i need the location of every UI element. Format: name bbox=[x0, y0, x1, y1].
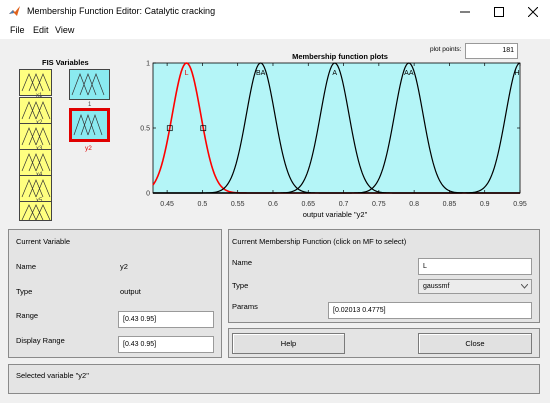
mf-label-A: A bbox=[332, 70, 337, 77]
mf-type-value: gaussmf bbox=[423, 283, 450, 290]
x-tick-label: 0.55 bbox=[231, 201, 245, 208]
fis-input-label: x5 bbox=[36, 198, 43, 204]
chevron-down-icon bbox=[521, 284, 528, 289]
range-label: Range bbox=[16, 311, 39, 320]
type-label: Type bbox=[16, 287, 33, 296]
matlab-logo-icon bbox=[9, 6, 20, 16]
x-tick-label: 0.45 bbox=[160, 201, 174, 208]
plot-points-label: plot points: bbox=[430, 46, 462, 53]
y-tick-label: 1 bbox=[146, 61, 150, 68]
mf-plot[interactable]: 0.45 0.5 0.55 0.6 0.65 0.7 0.75 0.8 0.85 0.9 0.95 0… bbox=[140, 58, 535, 223]
variable-name-value: y2 bbox=[120, 262, 128, 271]
display-range-input[interactable]: [0.43 0.95] bbox=[118, 336, 214, 353]
range-input[interactable]: [0.43 0.95] bbox=[118, 311, 214, 328]
current-mf-heading: Current Membership Function (click on MF… bbox=[232, 237, 407, 246]
output-mf-icon bbox=[71, 73, 105, 96]
fis-input-label: x4 bbox=[36, 172, 43, 178]
window-title: Membership Function Editor: Catalytic cr… bbox=[27, 6, 216, 16]
x-tick-label: 0.5 bbox=[198, 201, 208, 208]
display-range-label: Display Range bbox=[16, 336, 65, 345]
help-button[interactable]: Help bbox=[232, 333, 345, 354]
minimize-button[interactable] bbox=[448, 0, 482, 24]
maximize-button[interactable] bbox=[482, 0, 516, 24]
x-tick-label: 0.75 bbox=[372, 201, 386, 208]
plot-background bbox=[152, 62, 521, 194]
x-tick-label: 0.8 bbox=[409, 201, 419, 208]
fis-output-y2[interactable] bbox=[69, 108, 110, 142]
mf-type-select[interactable]: gaussmf bbox=[418, 279, 532, 294]
x-tick-label: 0.9 bbox=[480, 201, 490, 208]
x-tick-label: 0.6 bbox=[268, 201, 278, 208]
name-label: Name bbox=[16, 262, 37, 271]
fis-output-label-selected: y2 bbox=[85, 145, 92, 152]
fis-output-y1[interactable] bbox=[69, 69, 110, 100]
y-tick-label: 0 bbox=[146, 191, 150, 198]
current-variable-heading: Current Variable bbox=[16, 237, 71, 246]
mf-label-BA: BA bbox=[256, 70, 266, 77]
fis-input-label: x1 bbox=[36, 93, 43, 99]
mf-name-label: Name bbox=[232, 258, 253, 267]
menu-file[interactable]: File bbox=[10, 25, 25, 35]
x-tick-label: 0.95 bbox=[513, 201, 527, 208]
mf-label-H: H bbox=[514, 70, 519, 77]
x-tick-label: 0.85 bbox=[443, 201, 457, 208]
maximize-icon bbox=[494, 7, 504, 17]
close-window-button[interactable] bbox=[516, 0, 550, 24]
mf-label-AA: AA bbox=[404, 70, 414, 77]
x-tick-label: 0.65 bbox=[301, 201, 315, 208]
status-text: Selected variable "y2" bbox=[16, 371, 89, 380]
fis-input-x1[interactable] bbox=[19, 69, 52, 96]
mf-params-label: Params bbox=[232, 302, 258, 311]
fis-input-label: x3 bbox=[36, 146, 43, 152]
mf-params-input[interactable]: [0.02013 0.4775] bbox=[328, 302, 532, 319]
fis-input-label: x2 bbox=[36, 120, 43, 126]
mf-label-L: L bbox=[185, 70, 189, 77]
minimize-icon bbox=[460, 11, 470, 13]
plot-xlabel: output variable "y2" bbox=[302, 210, 368, 219]
menu-bar bbox=[0, 24, 550, 39]
plot-points-input[interactable]: 181 bbox=[465, 43, 518, 59]
menu-view[interactable]: View bbox=[55, 25, 74, 35]
input-mf-icon bbox=[21, 204, 51, 220]
close-button[interactable]: Close bbox=[418, 333, 532, 354]
x-tick-label: 0.7 bbox=[339, 201, 349, 208]
y-tick-label: 0.5 bbox=[140, 126, 150, 133]
output-mf-icon bbox=[73, 113, 103, 136]
input-mf-icon bbox=[21, 73, 51, 92]
close-icon bbox=[528, 7, 538, 17]
mf-name-input[interactable]: L bbox=[418, 258, 532, 275]
menu-edit[interactable]: Edit bbox=[33, 25, 49, 35]
fis-input-x6[interactable] bbox=[19, 201, 52, 221]
variable-type-value: output bbox=[120, 287, 141, 296]
mf-type-label: Type bbox=[232, 281, 249, 290]
fis-variables-title: FIS Variables bbox=[42, 58, 89, 67]
